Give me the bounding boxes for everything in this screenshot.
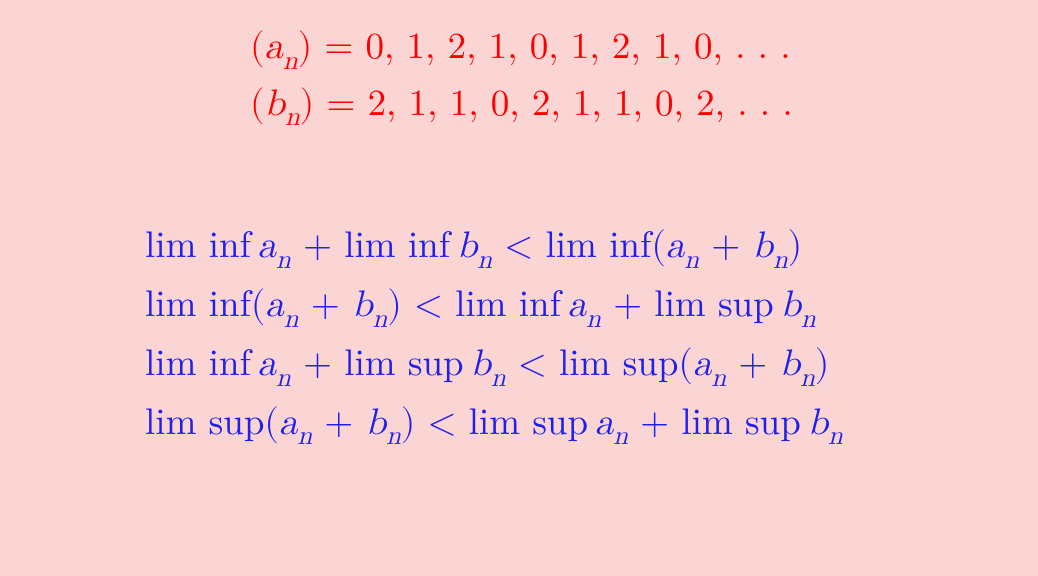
paren-close: ) bbox=[788, 228, 802, 265]
paren-open: ( bbox=[264, 405, 278, 442]
liminf-op: lim inf bbox=[344, 228, 450, 265]
sequence-b: (bn) = 2, 1, 1, 0, 2, 1, 1, 0, 2, . . . bbox=[250, 79, 978, 136]
lt-op: < bbox=[506, 346, 559, 383]
inequality-2: lim inf(an + bn) < lim infan + lim supbn bbox=[145, 279, 978, 338]
paren-open: ( bbox=[250, 29, 264, 66]
paren-close: ) bbox=[401, 405, 415, 442]
sequences-block: (an) = 0, 1, 2, 1, 0, 1, 2, 1, 0, . . . … bbox=[250, 22, 978, 135]
var-a: a bbox=[666, 228, 685, 265]
inequalities-block: lim infan + lim infbn < lim inf(an + bn)… bbox=[145, 220, 978, 455]
sub-n: n bbox=[276, 248, 291, 274]
limsup-op: lim sup bbox=[654, 287, 773, 324]
var-a: a bbox=[279, 405, 298, 442]
paren-open: ( bbox=[651, 228, 665, 265]
sub-n: n bbox=[283, 49, 298, 75]
sub-n: n bbox=[773, 248, 788, 274]
liminf-op: lim inf bbox=[145, 287, 251, 324]
lt-op: < bbox=[402, 287, 455, 324]
var-b: b bbox=[457, 228, 478, 265]
liminf-op: lim inf bbox=[145, 228, 251, 265]
sub-n: n bbox=[800, 366, 815, 392]
inequality-1: lim infan + lim infbn < lim inf(an + bn) bbox=[145, 220, 978, 279]
var-b: b bbox=[752, 228, 773, 265]
paren-close: ) bbox=[815, 346, 829, 383]
equals: = bbox=[314, 86, 367, 123]
sequence-a-values: 0, 1, 2, 1, 0, 1, 2, 1, 0, . . . bbox=[365, 29, 790, 66]
liminf-op: lim inf bbox=[145, 346, 251, 383]
paren-close: ) bbox=[298, 29, 312, 66]
sub-n: n bbox=[477, 248, 492, 274]
sub-n: n bbox=[586, 307, 601, 333]
liminf-op: lim inf bbox=[455, 287, 561, 324]
liminf-op: lim inf bbox=[545, 228, 651, 265]
plus-op: + bbox=[699, 228, 752, 265]
equals: = bbox=[312, 29, 365, 66]
var-b: b bbox=[264, 86, 285, 123]
plus-op: + bbox=[601, 287, 654, 324]
sub-n: n bbox=[828, 424, 843, 450]
var-b: b bbox=[352, 287, 373, 324]
var-b: b bbox=[779, 346, 800, 383]
limsup-op: lim sup bbox=[681, 405, 800, 442]
plus-op: + bbox=[726, 346, 779, 383]
paren-close: ) bbox=[300, 86, 314, 123]
paren-open: ( bbox=[250, 86, 264, 123]
var-a: a bbox=[265, 287, 284, 324]
paren-close: ) bbox=[387, 287, 401, 324]
plus-op: + bbox=[291, 346, 344, 383]
sub-n: n bbox=[386, 424, 401, 450]
var-a: a bbox=[258, 228, 277, 265]
plus-op: + bbox=[291, 228, 344, 265]
limsup-op: lim sup bbox=[145, 405, 264, 442]
sub-n: n bbox=[285, 105, 300, 131]
limsup-op: lim sup bbox=[559, 346, 678, 383]
var-a: a bbox=[264, 29, 283, 66]
sub-n: n bbox=[373, 307, 388, 333]
lt-op: < bbox=[415, 405, 468, 442]
sequence-b-values: 2, 1, 1, 0, 2, 1, 1, 0, 2, . . . bbox=[368, 86, 793, 123]
var-a: a bbox=[258, 346, 277, 383]
var-a: a bbox=[568, 287, 587, 324]
var-b: b bbox=[807, 405, 828, 442]
plus-op: + bbox=[628, 405, 681, 442]
lt-op: < bbox=[492, 228, 545, 265]
plus-op: + bbox=[312, 405, 365, 442]
sub-n: n bbox=[297, 424, 312, 450]
var-b: b bbox=[470, 346, 491, 383]
sub-n: n bbox=[711, 366, 726, 392]
sequence-a: (an) = 0, 1, 2, 1, 0, 1, 2, 1, 0, . . . bbox=[250, 22, 978, 79]
sub-n: n bbox=[491, 366, 506, 392]
limsup-op: lim sup bbox=[344, 346, 463, 383]
var-b: b bbox=[365, 405, 386, 442]
sub-n: n bbox=[613, 424, 628, 450]
inequality-4: lim sup(an + bn) < lim supan + lim supbn bbox=[145, 397, 978, 456]
sub-n: n bbox=[801, 307, 816, 333]
limsup-op: lim sup bbox=[469, 405, 588, 442]
sub-n: n bbox=[284, 307, 299, 333]
sub-n: n bbox=[276, 366, 291, 392]
inequality-3: lim infan + lim supbn < lim sup(an + bn) bbox=[145, 338, 978, 397]
var-b: b bbox=[780, 287, 801, 324]
paren-open: ( bbox=[251, 287, 265, 324]
var-a: a bbox=[693, 346, 712, 383]
sub-n: n bbox=[684, 248, 699, 274]
var-a: a bbox=[595, 405, 614, 442]
plus-op: + bbox=[299, 287, 352, 324]
paren-open: ( bbox=[678, 346, 692, 383]
